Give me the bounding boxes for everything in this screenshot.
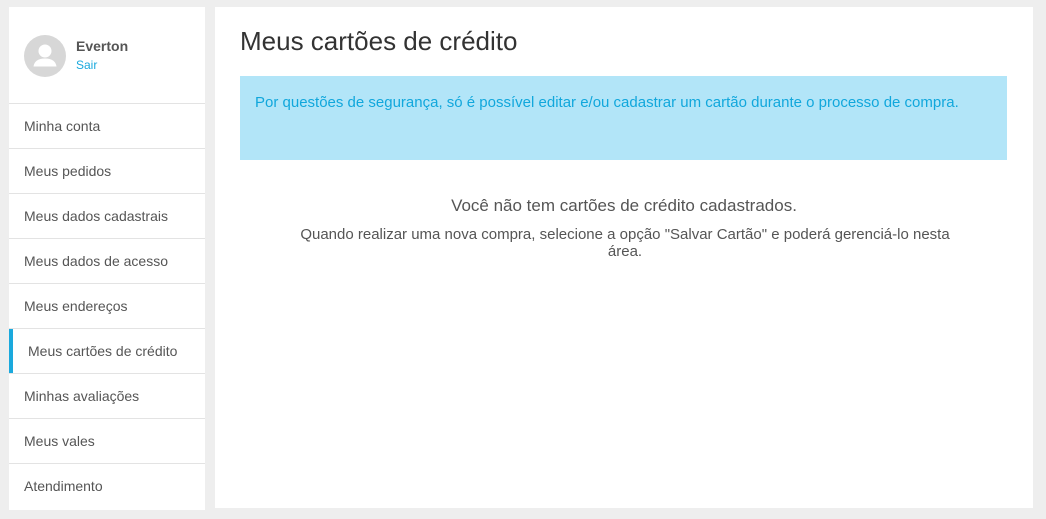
sidebar-item-minha-conta[interactable]: Minha conta [9,104,205,149]
sidebar-item-meus-pedidos[interactable]: Meus pedidos [9,149,205,194]
user-silhouette-icon [33,44,57,67]
user-panel: Everton Sair [9,7,205,104]
user-name: Everton [76,38,129,54]
empty-state-title: Você não tem cartões de crédito cadastra… [451,196,797,215]
sidebar-item-dados-cadastrais[interactable]: Meus dados cadastrais [9,194,205,239]
sidebar-menu: Minha conta Meus pedidos Meus dados cada… [9,104,205,508]
sidebar-item-atendimento[interactable]: Atendimento [9,464,205,508]
logout-link[interactable]: Sair [76,58,97,72]
avatar [24,35,66,77]
page-title: Meus cartões de crédito [240,26,518,56]
sidebar: Everton Sair Minha conta Meus pedidos Me… [9,7,205,510]
sidebar-item-vales[interactable]: Meus vales [9,419,205,464]
main-content: Meus cartões de crédito Por questões de … [215,7,1033,508]
sidebar-item-cartoes-de-credito[interactable]: Meus cartões de crédito [9,329,205,374]
sidebar-item-dados-de-acesso[interactable]: Meus dados de acesso [9,239,205,284]
empty-state-message: Quando realizar uma nova compra, selecio… [300,226,950,260]
security-notice: Por questões de segurança, só é possível… [240,76,1007,160]
sidebar-item-avaliacoes[interactable]: Minhas avaliações [9,374,205,419]
sidebar-item-enderecos[interactable]: Meus endereços [9,284,205,329]
